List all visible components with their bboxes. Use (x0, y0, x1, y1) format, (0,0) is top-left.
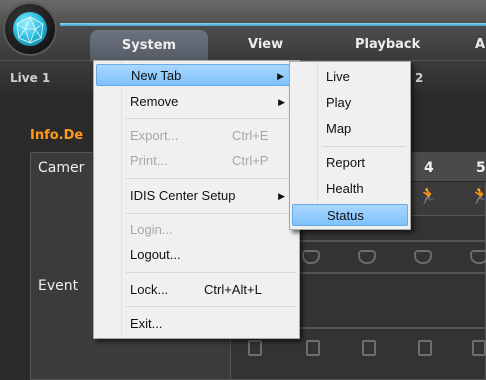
menu-separator (126, 272, 295, 273)
menu-item-label: Export... (130, 128, 179, 143)
menu-item-label: Map (326, 121, 352, 136)
menu-item-shortcut: Ctrl+Alt+L (204, 282, 262, 297)
menu-item-print[interactable]: Print... Ctrl+P (96, 150, 297, 172)
menu-item-exit[interactable]: Exit... (96, 313, 297, 335)
checkbox-icon[interactable] (248, 340, 262, 356)
menu-item-label: Print... (130, 153, 168, 168)
checkbox-icon[interactable] (472, 340, 486, 356)
submenu-item-map[interactable]: Map (292, 118, 408, 140)
menu-item-label: Report (326, 155, 366, 170)
submenu-item-live[interactable]: Live (292, 66, 408, 88)
menu-view[interactable]: View (248, 37, 283, 52)
menu-separator (126, 178, 295, 179)
panel-title: Info.De (30, 128, 84, 143)
menu-item-label: Login... (130, 222, 173, 237)
menu-item-remove[interactable]: Remove ▶ (96, 91, 297, 113)
submenu-arrow-icon: ▶ (277, 71, 284, 81)
menu-item-new-tab[interactable]: New Tab ▶ (96, 64, 297, 86)
menu-item-lock[interactable]: Lock... Ctrl+Alt+L (96, 279, 297, 301)
menu-separator (126, 213, 295, 214)
submenu-arrow-icon: ▶ (278, 97, 285, 107)
submenu-item-play[interactable]: Play (292, 92, 408, 114)
menu-item-shortcut: Ctrl+P (232, 153, 269, 168)
chat-bubble-icon (470, 250, 486, 264)
menu-item-export[interactable]: Export... Ctrl+E (96, 125, 297, 147)
menu-item-label: IDIS Center Setup (130, 188, 236, 203)
tab-live-1[interactable]: Live 1 (10, 71, 50, 85)
new-tab-submenu: Live Play Map Report Health Status (289, 61, 411, 230)
menu-partial[interactable]: A (475, 37, 485, 52)
chat-bubble-icon (358, 250, 376, 264)
menu-item-login[interactable]: Login... (96, 219, 297, 241)
menu-item-label: Exit... (130, 316, 163, 331)
menu-item-label: Play (326, 95, 352, 110)
menu-item-logout[interactable]: Logout... (96, 244, 297, 266)
menu-item-label: Health (326, 181, 364, 196)
menu-item-idis-center-setup[interactable]: IDIS Center Setup ▶ (96, 185, 297, 207)
menu-item-label: New Tab (131, 68, 182, 83)
menu-system[interactable]: System (90, 30, 208, 60)
checkbox-icon[interactable] (418, 340, 432, 356)
menu-item-label: Live (326, 69, 350, 84)
menu-separator (126, 306, 295, 307)
motion-runner-icon: 🏃 (470, 186, 486, 205)
system-menu: New Tab ▶ Remove ▶ Export... Ctrl+E Prin… (93, 60, 300, 339)
menu-item-label: Status (327, 208, 364, 223)
column-number-5: 5 (476, 160, 486, 176)
submenu-item-health[interactable]: Health (292, 178, 408, 200)
chat-bubble-icon (302, 250, 320, 264)
motion-runner-icon: 🏃 (418, 186, 438, 205)
menu-item-label: Lock... (130, 282, 169, 297)
menu-item-label: Logout... (130, 247, 181, 262)
accent-line (60, 23, 486, 26)
checkbox-icon[interactable] (306, 340, 320, 356)
row-label-event: Event (38, 278, 79, 294)
menu-item-label: Remove (130, 94, 179, 109)
globe-icon (13, 12, 47, 46)
menu-separator (322, 146, 406, 147)
chat-bubble-icon (414, 250, 432, 264)
menu-item-shortcut: Ctrl+E (232, 128, 269, 143)
checkbox-icon[interactable] (362, 340, 376, 356)
menu-separator (126, 118, 295, 119)
submenu-arrow-icon: ▶ (278, 191, 285, 201)
row-label-camera: Camer (38, 160, 85, 176)
submenu-item-report[interactable]: Report (292, 152, 408, 174)
app-logo[interactable] (3, 2, 57, 56)
submenu-item-status[interactable]: Status (292, 204, 408, 226)
column-number-4: 4 (424, 160, 434, 176)
tab-live-2-partial[interactable]: 2 (415, 71, 423, 85)
menu-playback[interactable]: Playback (355, 37, 420, 52)
